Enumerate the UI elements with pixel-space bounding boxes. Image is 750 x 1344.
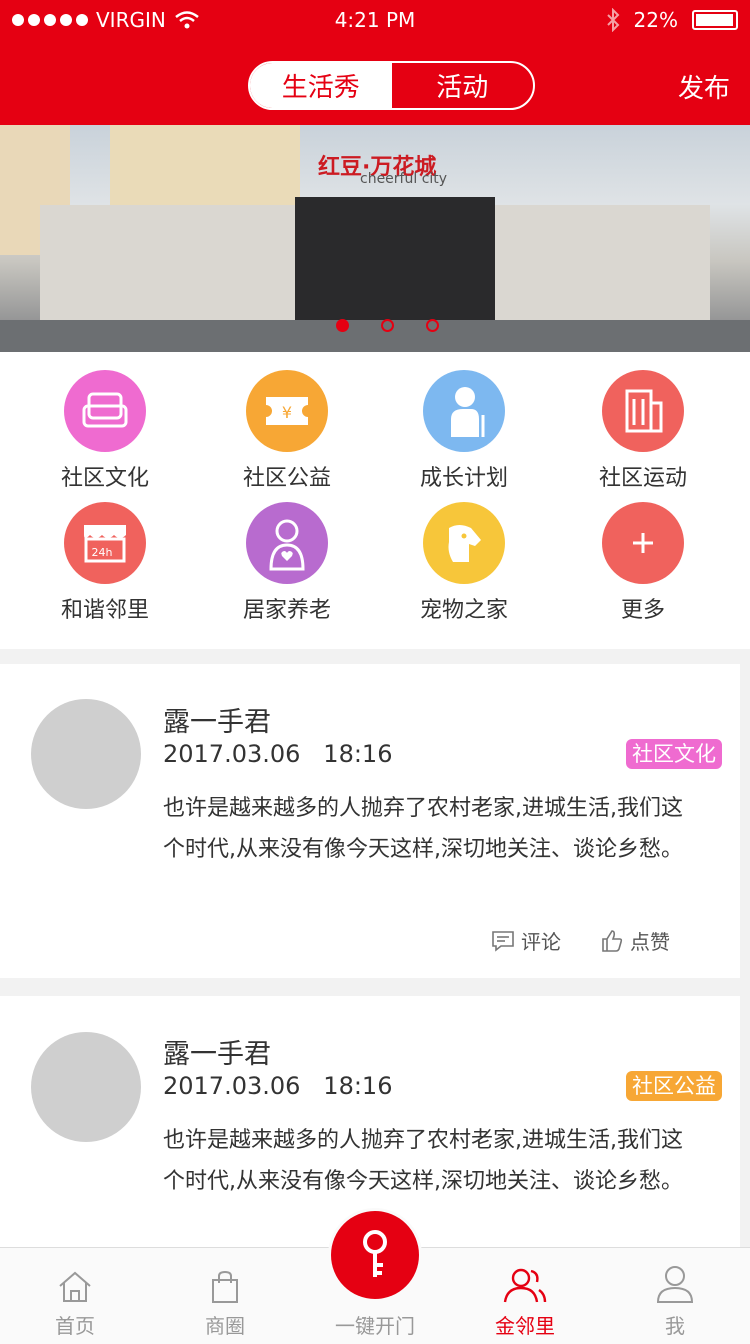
tab-home[interactable]: 首页 — [0, 1248, 150, 1339]
avatar[interactable] — [31, 1032, 141, 1142]
category-growth-plan[interactable]: 成长计划 — [374, 370, 554, 492]
post-username: 露一手君 — [163, 1039, 271, 1070]
status-bar: VIRGIN 4:21 PM 22% — [0, 0, 750, 44]
category-label: 居家养老 — [242, 598, 331, 623]
carousel-indicator[interactable] — [426, 319, 439, 332]
neighbors-icon — [503, 1268, 547, 1303]
carousel-indicator[interactable] — [381, 319, 394, 332]
building-icon — [602, 370, 684, 452]
banner-building — [110, 125, 300, 210]
category-label: 社区公益 — [242, 466, 331, 491]
category-community-charity[interactable]: ¥ 社区公益 — [197, 370, 377, 492]
like-label: 点赞 — [630, 930, 670, 954]
post-text: 也许是越来越多的人抛弃了农村老家,进城生活,我们这个时代,从来没有像今天这样,深… — [163, 796, 683, 862]
category-community-culture[interactable]: 社区文化 — [15, 370, 195, 492]
tab-label: 商圈 — [205, 1314, 245, 1338]
post-time: 2017.03.06 18:16 — [163, 740, 393, 768]
post-time: 2017.03.06 18:16 — [163, 1072, 393, 1100]
banner-sign-sub: cheerful city — [360, 171, 448, 187]
tab-activity[interactable]: 活动 — [392, 63, 534, 108]
home-icon — [59, 1271, 91, 1302]
store-24h-icon: 24h — [64, 502, 146, 584]
tab-label: 我 — [665, 1314, 685, 1338]
post-username: 露一手君 — [163, 707, 271, 738]
tab-label: 一键开门 — [335, 1314, 415, 1338]
battery-icon — [692, 10, 738, 30]
post-card[interactable]: 露一手君 2017.03.06 18:16 社区文化 也许是越来越多的人抛弃了农… — [0, 664, 740, 978]
tab-me[interactable]: 我 — [600, 1248, 750, 1339]
banner-road — [0, 320, 750, 352]
publish-button[interactable]: 发布 — [678, 68, 730, 105]
user-icon — [656, 1266, 694, 1303]
segment-control: 生活秀 活动 — [248, 61, 535, 110]
category-label: 社区运动 — [598, 466, 687, 491]
battery-percent: 22% — [633, 8, 678, 32]
category-home-elderly-care[interactable]: 居家养老 — [197, 502, 377, 624]
post-card[interactable]: 露一手君 2017.03.06 18:16 社区公益 也许是越来越多的人抛弃了农… — [0, 996, 740, 1247]
banner-entrance — [295, 197, 495, 337]
category-label: 和谐邻里 — [60, 598, 149, 623]
sofa-icon — [64, 370, 146, 452]
tab-label: 金邻里 — [495, 1314, 555, 1338]
comment-icon — [492, 930, 514, 952]
category-pet-home[interactable]: 宠物之家 — [374, 502, 554, 624]
tab-label: 首页 — [55, 1314, 95, 1338]
category-community-sports[interactable]: 社区运动 — [553, 370, 733, 492]
post-text: 也许是越来越多的人抛弃了农村老家,进城生活,我们这个时代,从来没有像今天这样,深… — [163, 1128, 683, 1194]
post-category-tag[interactable]: 社区公益 — [626, 1071, 722, 1101]
svg-text:24h: 24h — [92, 546, 113, 559]
one-key-open-button[interactable] — [331, 1211, 419, 1299]
category-label: 社区文化 — [60, 466, 149, 491]
category-label: 更多 — [620, 598, 665, 623]
category-label: 成长计划 — [419, 466, 508, 491]
like-button[interactable]: 点赞 — [600, 926, 670, 955]
banner-carousel[interactable]: 红豆·万花城 cheerful city — [0, 125, 750, 352]
shopping-bag-icon — [212, 1270, 238, 1303]
carousel-indicator[interactable] — [336, 319, 349, 332]
svg-text:¥: ¥ — [282, 403, 292, 422]
caregiver-icon — [246, 502, 328, 584]
category-harmony-neighbors[interactable]: 24h 和谐邻里 — [15, 502, 195, 624]
comment-label: 评论 — [521, 930, 561, 954]
tab-lifeshow[interactable]: 生活秀 — [250, 63, 392, 108]
dog-icon — [423, 502, 505, 584]
elder-person-icon — [423, 370, 505, 452]
key-icon — [363, 1230, 387, 1277]
post-category-tag[interactable]: 社区文化 — [626, 739, 722, 769]
comment-button[interactable]: 评论 — [491, 926, 561, 955]
tab-neighbors[interactable]: 金邻里 — [450, 1248, 600, 1339]
app-header: VIRGIN 4:21 PM 22% 生活秀 活动 发布 — [0, 0, 750, 125]
thumbs-up-icon — [602, 929, 623, 952]
category-more[interactable]: 更多 — [553, 502, 733, 624]
ticket-icon: ¥ — [246, 370, 328, 452]
category-label: 宠物之家 — [419, 598, 508, 623]
category-grid: 社区文化 ¥ 社区公益 成长计划 社区运动 24h 和谐邻里 居家养老 宠物之家… — [0, 352, 750, 649]
tab-shopping[interactable]: 商圈 — [150, 1248, 300, 1339]
avatar[interactable] — [31, 699, 141, 809]
bluetooth-icon — [606, 8, 619, 32]
plus-icon — [602, 502, 684, 584]
